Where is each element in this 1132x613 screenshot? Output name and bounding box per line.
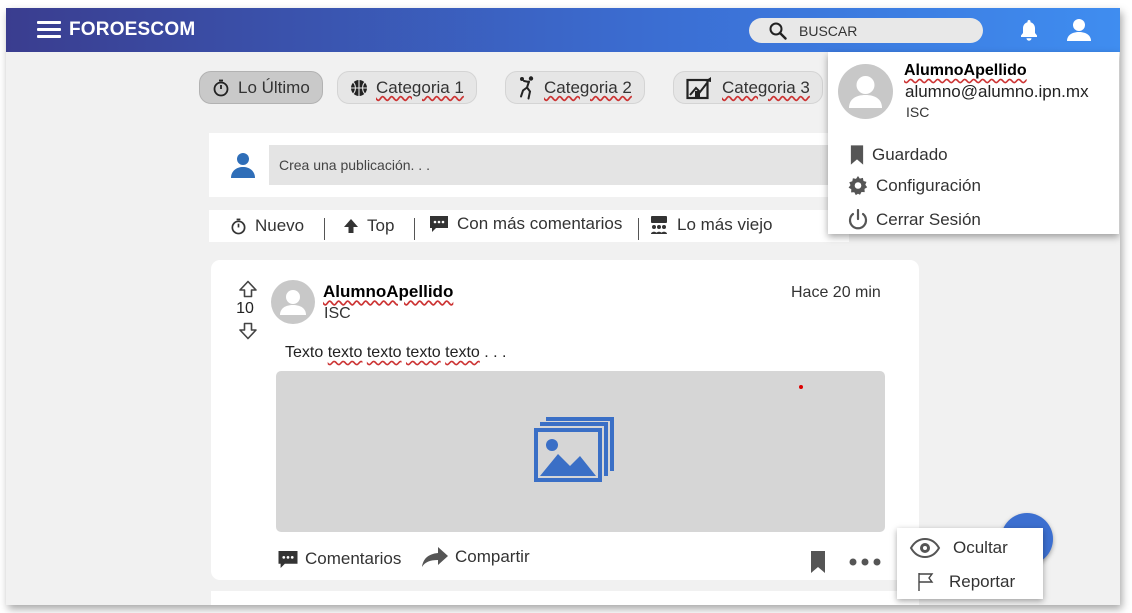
search-icon (769, 22, 787, 40)
flag-icon (918, 573, 934, 591)
post-ellipsis: . . . (479, 344, 507, 361)
search-input[interactable] (799, 21, 974, 40)
arrow-up-icon (344, 219, 358, 233)
category-2[interactable]: Categoria 2 (505, 71, 645, 104)
logout-option[interactable]: Cerrar Sesión (848, 209, 981, 231)
sort-lo-mas-viejo[interactable]: Lo más viejo (649, 215, 772, 235)
image-gallery-icon (534, 417, 614, 482)
basketball-icon (351, 79, 367, 96)
stopwatch-icon (213, 79, 229, 96)
category-1[interactable]: Categoria 1 (337, 71, 477, 104)
hide-label: Ocultar (953, 538, 1008, 557)
avatar[interactable] (271, 280, 315, 324)
share-arrow-icon (422, 547, 448, 567)
bookmark-icon[interactable] (810, 550, 826, 574)
user-dropdown-menu: AlumnoApellido alumno@alumno.ipn.mx ISC … (828, 52, 1119, 234)
sort-top[interactable]: Top (343, 216, 394, 236)
sort-con-mas-comentarios[interactable]: Con más comentarios (429, 214, 622, 234)
sort-label: Con más comentarios (457, 214, 623, 233)
hamburger-menu-icon[interactable] (37, 21, 61, 39)
vote-count: 10 (236, 300, 254, 317)
post-text: Texto texto texto texto texto . . . (285, 344, 506, 362)
logout-label: Cerrar Sesión (876, 210, 981, 229)
sort-bar: Nuevo Top Con más comentarios Lo más vie… (209, 210, 849, 242)
settings-option[interactable]: Configuración (848, 176, 981, 196)
user-career: ISC (906, 104, 930, 120)
category-3[interactable]: Categoria 3 (673, 71, 823, 104)
basketball-player-icon (520, 75, 534, 99)
downvote-arrow-icon[interactable] (238, 322, 258, 340)
compose-box: Crea una publicación. . . (209, 133, 835, 197)
post-options-menu: Ocultar Reportar (897, 528, 1043, 599)
category-label: Lo Último (238, 77, 310, 97)
app-window: FOROESCOM Lo Último C (6, 8, 1120, 605)
chart-board-icon (686, 76, 711, 99)
hide-post-option[interactable]: Ocultar (909, 538, 1008, 558)
sort-label: Nuevo (255, 216, 305, 235)
post-timestamp: Hace 20 min (791, 284, 881, 301)
top-bar: FOROESCOM (6, 8, 1120, 52)
compose-input[interactable]: Crea una publicación. . . (269, 145, 835, 185)
upvote-arrow-icon[interactable] (238, 280, 258, 298)
post-card: 10 AlumnoApellido ISC Hace 20 min Texto … (211, 260, 919, 580)
post-image-placeholder[interactable] (276, 371, 885, 532)
category-label: Categoria 1 (376, 77, 464, 97)
post-author[interactable]: AlumnoApellido (323, 282, 453, 302)
post-career: ISC (324, 305, 351, 322)
app-brand: FOROESCOM (69, 19, 196, 40)
post-word: texto (366, 344, 402, 361)
settings-label: Configuración (876, 176, 981, 195)
stopwatch-icon (231, 218, 246, 234)
report-label: Reportar (949, 572, 1016, 591)
saved-label: Guardado (872, 145, 948, 164)
user-avatar-icon (231, 153, 255, 178)
user-avatar-icon (280, 290, 306, 315)
power-icon (848, 209, 868, 230)
post-word: texto (327, 344, 363, 361)
saved-option[interactable]: Guardado (850, 144, 948, 166)
comment-icon (278, 550, 298, 568)
report-post-option[interactable]: Reportar (917, 572, 1015, 592)
category-lo-ultimo[interactable]: Lo Último (199, 71, 323, 104)
share-label: Compartir (455, 547, 530, 566)
post-word: Texto (285, 344, 324, 361)
category-label: Categoria 3 (722, 77, 810, 97)
sort-nuevo[interactable]: Nuevo (230, 216, 304, 236)
sort-label: Lo más viejo (677, 215, 773, 234)
user-icon[interactable] (1066, 17, 1092, 43)
eye-icon (909, 538, 941, 558)
category-label: Categoria 2 (544, 77, 632, 97)
group-icon (651, 216, 667, 234)
bookmark-icon (850, 145, 864, 165)
user-name: AlumnoApellido (904, 62, 1027, 79)
comment-icon (430, 216, 448, 232)
divider (638, 218, 639, 240)
bell-icon[interactable] (1017, 18, 1041, 42)
user-email: alumno@alumno.ipn.mx (905, 82, 1089, 101)
next-post-card (211, 591, 919, 605)
avatar (838, 64, 893, 119)
post-word: texto (445, 344, 480, 361)
divider (324, 218, 325, 240)
post-word: texto (405, 344, 441, 361)
comments-label: Comentarios (305, 549, 402, 568)
user-avatar-icon (849, 76, 882, 108)
search-box[interactable] (749, 18, 983, 43)
divider (414, 218, 415, 240)
sort-label: Top (367, 216, 395, 235)
comments-button[interactable]: Comentarios (277, 549, 401, 569)
share-button[interactable]: Compartir (421, 546, 530, 568)
more-options-icon[interactable] (848, 557, 882, 567)
gear-icon (848, 176, 868, 196)
red-dot (799, 385, 803, 389)
